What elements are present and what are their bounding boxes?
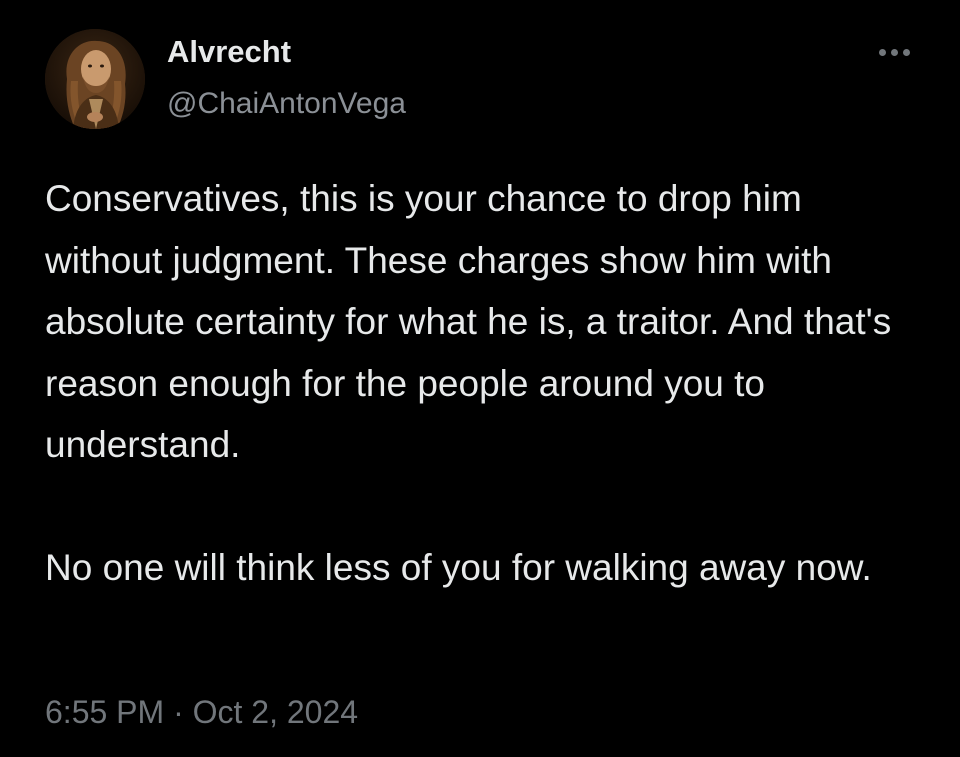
more-dot: [902, 48, 910, 56]
tweet-card: Alvrecht @ChaiAntonVega Conservatives, t…: [0, 0, 960, 757]
tweet-paragraph: Conservatives, this is your chance to dr…: [45, 178, 892, 465]
author-display-name[interactable]: Alvrecht: [167, 32, 291, 72]
more-options-icon[interactable]: [872, 40, 916, 64]
avatar[interactable]: [45, 29, 145, 129]
tweet-paragraph: No one will think less of you for walkin…: [45, 547, 872, 588]
author-handle[interactable]: @ChaiAntonVega: [167, 84, 406, 124]
tweet-body: Conservatives, this is your chance to dr…: [45, 168, 925, 599]
more-dot: [890, 48, 898, 56]
more-dot: [878, 48, 886, 56]
portrait-avatar-icon: [45, 29, 145, 129]
tweet-timestamp[interactable]: 6:55 PM · Oct 2, 2024: [45, 692, 358, 732]
